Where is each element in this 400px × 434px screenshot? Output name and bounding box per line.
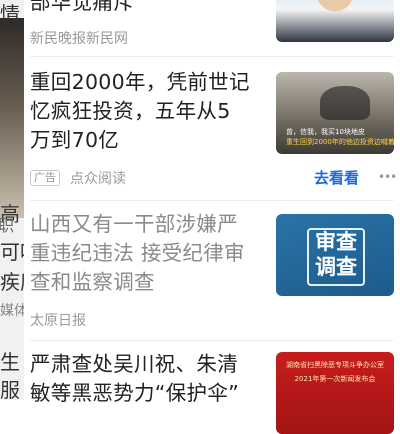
background-card-text: 职 bbox=[0, 216, 15, 235]
background-card-text: 服 bbox=[0, 378, 20, 400]
background-card-text: 媒体 bbox=[0, 303, 24, 319]
background-card-text: 生 bbox=[0, 350, 20, 374]
news-title-line: 敏等黑恶势力“保护伞” bbox=[30, 381, 240, 405]
background-card-text: 情 bbox=[0, 2, 20, 26]
background-card-image bbox=[0, 18, 24, 218]
thumbnail-caption: 湖南省扫黑除恶专项斗争办公室 bbox=[286, 361, 384, 369]
background-card-text: 可鸣 bbox=[0, 240, 24, 264]
news-feed[interactable]: 部华觉痛斥 新民晚报新民网 重回2000年，凭前世记 忆疯狂投资，五年从5 万到… bbox=[24, 0, 400, 434]
thumbnail-caption: 2021年第一次新闻发布会 bbox=[294, 375, 376, 383]
news-title: 严肃查处吴川祝、朱清 敏等黑恶势力“保护伞” bbox=[30, 350, 260, 408]
news-item[interactable]: 严肃查处吴川祝、朱清 敏等黑恶势力“保护伞” 湖南省扫黑除恶专项斗争办公室 20… bbox=[24, 0, 400, 434]
background-card-text: 疾腐 bbox=[0, 270, 24, 294]
background-card: 情 高 可鸣 职 疾腐 媒体 生 服 bbox=[0, 0, 24, 400]
news-title-line: 严肃查处吴川祝、朱清 bbox=[30, 352, 238, 376]
news-thumbnail[interactable]: 湖南省扫黑除恶专项斗争办公室 2021年第一次新闻发布会 bbox=[276, 352, 394, 434]
